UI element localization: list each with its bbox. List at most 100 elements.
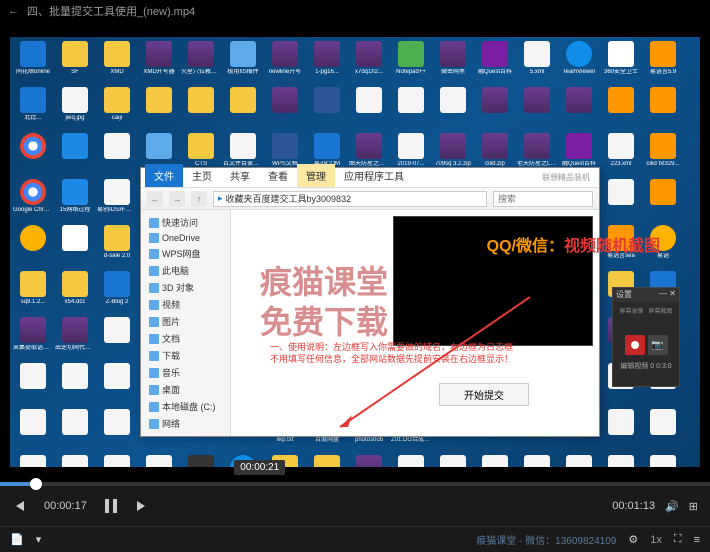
desktop-icon[interactable] — [474, 85, 516, 131]
desktop-icon[interactable]: 火星穴位教程V4.11... — [180, 39, 222, 85]
desktop-icon[interactable] — [12, 453, 54, 467]
desktop-icon[interactable]: Notepad++ — [390, 39, 432, 85]
sidebar-item[interactable]: 3D 对象 — [145, 279, 226, 296]
volume-icon[interactable]: 🔊 — [665, 500, 679, 513]
desktop-icon[interactable]: Google Chrome — [12, 177, 54, 223]
desktop-icon[interactable] — [96, 453, 138, 467]
desktop-icon[interactable] — [516, 85, 558, 131]
desktop-icon[interactable] — [642, 453, 684, 467]
desktop-icon[interactable]: 微密网黑 — [432, 39, 474, 85]
desktop-icon[interactable]: pywbo 1 — [306, 453, 348, 467]
tab-manage[interactable]: 管理 — [297, 164, 335, 187]
desktop-icon[interactable]: 北比... — [12, 85, 54, 131]
desktop-icon[interactable]: 15网络过程 — [54, 177, 96, 223]
nav-up-icon[interactable]: ↑ — [191, 191, 207, 207]
desktop-icon[interactable]: x54.dcc — [54, 269, 96, 315]
desktop-icon[interactable]: 采集提取语言文 — [12, 315, 54, 361]
sidebar-item[interactable]: 快速访问 — [145, 214, 226, 231]
desktop-icon[interactable]: zjq-asp — [348, 453, 390, 467]
menu-icon[interactable]: ≡ — [694, 534, 700, 546]
desktop-icon[interactable] — [54, 131, 96, 177]
desktop-icon[interactable]: 老黑思维 — [180, 453, 222, 467]
desktop-icon[interactable]: newline开号 — [264, 39, 306, 85]
seek-thumb[interactable] — [30, 478, 42, 490]
desktop-icon[interactable]: 出逆切网代理VS.1.2... — [54, 315, 96, 361]
next-button[interactable] — [135, 499, 149, 513]
desktop-icon[interactable]: cilid txl329... — [642, 131, 684, 177]
desktop-icon[interactable]: 5.xml — [516, 39, 558, 85]
desktop-icon[interactable]: sq9.1.2... — [12, 269, 54, 315]
seek-bar[interactable]: 00:00:21 — [0, 482, 710, 486]
camera-button[interactable]: 📷 — [648, 335, 668, 355]
screen-recorder-window[interactable]: 设置 — ✕ 屏幕录像 屏幕截图 📷 编辑视频 0 0:3:0 — [612, 287, 680, 387]
search-input[interactable] — [493, 191, 593, 207]
desktop-icon[interactable]: x7dq1h2... — [348, 39, 390, 85]
desktop-icon[interactable] — [12, 223, 54, 269]
sidebar-item[interactable]: 文档 — [145, 330, 226, 347]
sidebar-item[interactable]: WPS网盘 — [145, 245, 226, 262]
sidebar-item[interactable]: 图片 — [145, 313, 226, 330]
back-arrow-icon[interactable]: ← — [8, 5, 19, 17]
settings-icon[interactable]: ⚙ — [628, 533, 638, 546]
fullscreen-icon[interactable]: ⛶ — [674, 533, 682, 546]
tab-file[interactable]: 文件 — [145, 164, 183, 187]
desktop-icon[interactable] — [432, 453, 474, 467]
desktop-icon[interactable]: 融Quest百科 — [474, 39, 516, 85]
sidebar-item[interactable]: OneDrive — [145, 231, 226, 245]
playlist-icon[interactable]: 📄 — [10, 533, 24, 546]
prev-button[interactable] — [12, 499, 26, 513]
desktop-icon[interactable]: 易创IDS环境之代理 — [96, 177, 138, 223]
desktop-icon[interactable]: SF — [54, 39, 96, 85]
address-bar[interactable]: ▸ 收藏夹百度建交工具by3009832 — [213, 191, 487, 207]
desktop-icon[interactable] — [432, 85, 474, 131]
pause-button[interactable] — [101, 496, 121, 516]
chapters-icon[interactable]: ⊞ — [689, 500, 698, 513]
desktop-icon[interactable] — [54, 453, 96, 467]
tab-app-tools[interactable]: 应用程序工具 — [335, 164, 413, 187]
desktop-icon[interactable] — [96, 361, 138, 407]
sidebar-item[interactable]: 桌面 — [145, 381, 226, 398]
sidebar-item[interactable]: 下载 — [145, 347, 226, 364]
desktop-icon[interactable] — [222, 85, 264, 131]
desktop-icon[interactable]: jieq.jpg — [54, 85, 96, 131]
desktop-icon[interactable]: Z-Blog 2 — [96, 269, 138, 315]
desktop-icon[interactable]: 同花顺online — [12, 39, 54, 85]
sidebar-item[interactable]: 视频 — [145, 296, 226, 313]
desktop-icon[interactable] — [138, 453, 180, 467]
nav-forward-icon[interactable]: → — [169, 191, 185, 207]
desktop-icon[interactable] — [264, 85, 306, 131]
nav-back-icon[interactable]: ← — [147, 191, 163, 207]
desktop-icon[interactable] — [54, 361, 96, 407]
sidebar-item[interactable]: 此电脑 — [145, 262, 226, 279]
tab-home[interactable]: 主页 — [183, 164, 221, 187]
desktop-icon[interactable] — [642, 85, 684, 131]
desktop-icon[interactable] — [306, 85, 348, 131]
tab-share[interactable]: 共享 — [221, 164, 259, 187]
desktop-icon[interactable] — [600, 407, 642, 453]
desktop-icon[interactable] — [390, 453, 432, 467]
recorder-window-controls[interactable]: — ✕ — [659, 289, 676, 301]
desktop-icon[interactable] — [180, 85, 222, 131]
desktop-icon[interactable]: TeamViewer — [558, 39, 600, 85]
desktop-icon[interactable] — [12, 131, 54, 177]
sidebar-item[interactable]: 网络 — [145, 415, 226, 432]
desktop-icon[interactable] — [54, 223, 96, 269]
desktop-icon[interactable] — [600, 453, 642, 467]
desktop-icon[interactable] — [96, 407, 138, 453]
desktop-icon[interactable]: XMD — [96, 39, 138, 85]
desktop-icon[interactable]: 223.xml — [600, 131, 642, 177]
chevron-down-icon[interactable]: ▾ — [36, 533, 42, 546]
desktop-icon[interactable] — [516, 453, 558, 467]
desktop-icon[interactable] — [474, 453, 516, 467]
tab-view[interactable]: 查看 — [259, 164, 297, 187]
desktop-icon[interactable]: 360安全卫士 — [600, 39, 642, 85]
desktop-icon[interactable] — [600, 177, 642, 223]
record-button[interactable] — [625, 335, 645, 355]
desktop-icon[interactable] — [642, 407, 684, 453]
desktop-icon[interactable] — [54, 407, 96, 453]
desktop-icon[interactable] — [96, 315, 138, 361]
desktop-icon[interactable] — [138, 85, 180, 131]
desktop-icon[interactable] — [558, 85, 600, 131]
desktop-icon[interactable]: 极用IIS插件 — [222, 39, 264, 85]
desktop-icon[interactable]: caiji — [96, 85, 138, 131]
